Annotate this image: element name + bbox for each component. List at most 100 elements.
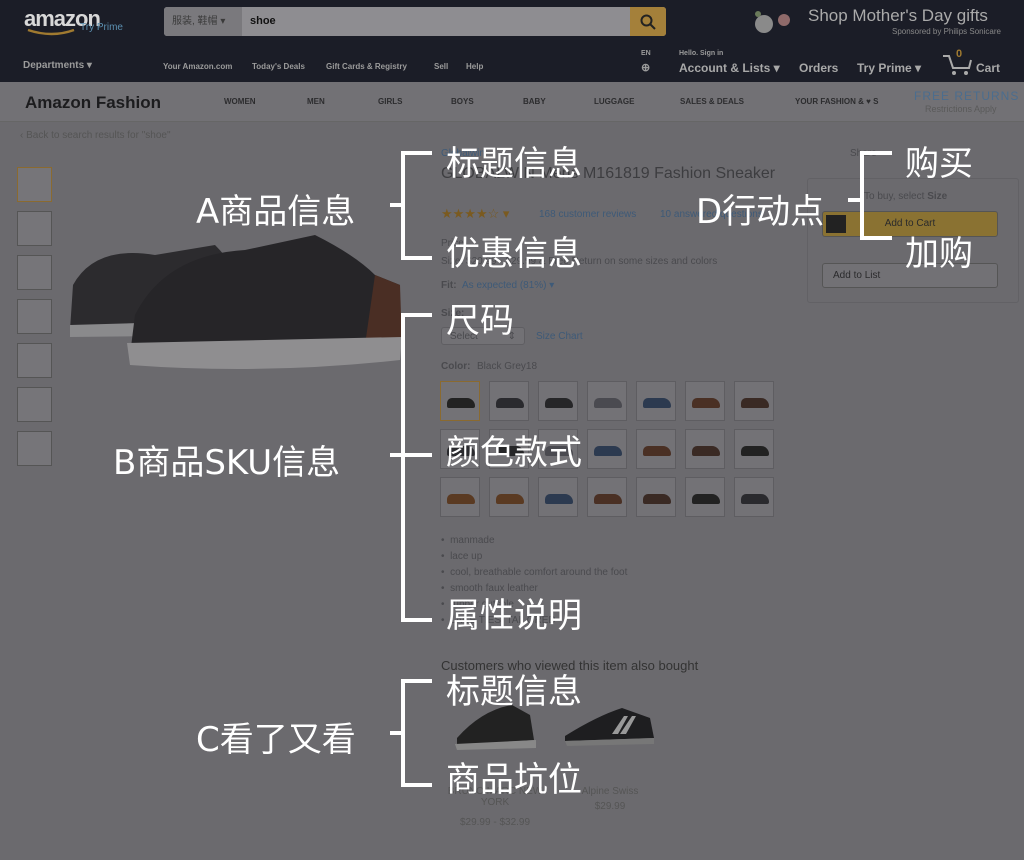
color-swatch[interactable] — [636, 477, 676, 517]
shoe-thumbnail — [447, 398, 475, 408]
nav-gift-cards[interactable]: Gift Cards & Registry — [326, 62, 407, 71]
language-label[interactable]: EN — [641, 50, 651, 57]
shoe-thumbnail — [741, 398, 769, 408]
to-buy-size: Size — [927, 191, 948, 202]
bullet-text: lace up — [450, 551, 483, 562]
free-returns[interactable]: FREE RETURNS — [914, 89, 1019, 103]
nav-help[interactable]: Help — [466, 62, 483, 71]
category-your-fashion[interactable]: YOUR FASHION & ♥ S — [795, 97, 878, 106]
color-swatch[interactable] — [587, 429, 627, 469]
search-button[interactable] — [630, 7, 666, 36]
color-swatch[interactable] — [636, 381, 676, 421]
color-swatch[interactable] — [636, 429, 676, 469]
orders-link[interactable]: Orders — [799, 61, 838, 75]
to-buy-text: To buy, select Size — [864, 191, 947, 202]
category-men[interactable]: MEN — [307, 97, 325, 106]
thumbnail[interactable] — [17, 167, 52, 202]
annotation-d: D行动点 — [696, 192, 825, 232]
shoe-thumbnail — [741, 494, 769, 504]
departments-menu[interactable]: Departments ▾ — [23, 60, 92, 71]
shoe-thumbnail — [741, 446, 769, 456]
shoe-thumbnail — [643, 398, 671, 408]
color-swatch[interactable] — [685, 381, 725, 421]
globe-icon[interactable]: ⊕ — [641, 61, 650, 74]
bullet: • lace up — [441, 551, 483, 562]
category-women[interactable]: WOMEN — [224, 97, 256, 106]
try-prime-link[interactable]: Try Prime — [80, 22, 123, 33]
try-prime-menu[interactable]: Try Prime ▾ — [857, 61, 921, 75]
annotation-c-slot: 商品坑位 — [446, 760, 582, 800]
search-bar: 服装, 鞋帽 ▾ shoe — [164, 7, 666, 36]
color-label: Color: — [441, 361, 471, 372]
account-lists-menu[interactable]: Account & Lists ▾ — [679, 61, 780, 75]
shoe-thumbnail — [496, 398, 524, 408]
shoe-thumbnail — [692, 494, 720, 504]
color-swatch[interactable] — [587, 477, 627, 517]
flowers-icon — [755, 11, 790, 33]
add-to-list-label: Add to List — [833, 270, 881, 281]
also-bought-price: $29.99 - $32.99 — [459, 817, 531, 828]
annotation-b-color: 颜色款式 — [446, 433, 582, 473]
promo-sponsor: Sponsored by Philips Sonicare — [892, 27, 1001, 36]
thumbnail[interactable] — [17, 343, 52, 378]
also-bought-image[interactable] — [562, 706, 657, 756]
promo-banner[interactable]: Shop Mother's Day gifts — [808, 6, 988, 26]
color-swatch[interactable] — [489, 477, 529, 517]
color-value: Black Grey18 — [477, 361, 538, 372]
product-image[interactable] — [65, 225, 405, 380]
nav-todays-deals[interactable]: Today's Deals — [252, 62, 305, 71]
cart-icon — [826, 215, 846, 233]
color-swatch[interactable] — [587, 381, 627, 421]
nav-sell[interactable]: Sell — [434, 62, 448, 71]
share-label[interactable]: Share — [850, 148, 877, 159]
bullet: • manmade — [441, 535, 495, 546]
annotation-a: A商品信息 — [196, 192, 356, 232]
category-luggage[interactable]: LUGGAGE — [594, 97, 634, 106]
fit-value[interactable]: As expected (81%) ▾ — [462, 280, 554, 291]
shoe-thumbnail — [496, 494, 524, 504]
shoe-thumbnail — [643, 446, 671, 456]
reviews-link[interactable]: 168 customer reviews — [539, 209, 636, 220]
color-swatch[interactable] — [734, 429, 774, 469]
color-swatch[interactable] — [440, 477, 480, 517]
color-swatch[interactable] — [538, 381, 578, 421]
annotation-a-promo: 优惠信息 — [446, 234, 582, 274]
color-swatch[interactable] — [489, 381, 529, 421]
search-category-select[interactable]: 服装, 鞋帽 ▾ — [164, 7, 242, 36]
back-to-results[interactable]: ‹ Back to search results for "shoe" — [20, 130, 171, 141]
fit-label: Fit: — [441, 280, 457, 291]
shoe-thumbnail — [692, 446, 720, 456]
shoe-thumbnail — [447, 494, 475, 504]
cart-count: 0 — [956, 48, 963, 60]
color-swatch[interactable] — [734, 477, 774, 517]
search-input[interactable]: shoe — [250, 7, 276, 36]
color-swatch[interactable] — [440, 381, 480, 421]
category-sales-deals[interactable]: SALES & DEALS — [680, 97, 744, 106]
thumbnail[interactable] — [17, 431, 52, 466]
bullet-text: cool, breathable comfort around the foot — [450, 567, 628, 578]
category-baby[interactable]: BABY — [523, 97, 546, 106]
thumbnail[interactable] — [17, 299, 52, 334]
color-swatch[interactable] — [685, 477, 725, 517]
also-bought-price: $29.99 — [594, 801, 626, 812]
shoe-thumbnail — [594, 398, 622, 408]
category-boys[interactable]: BOYS — [451, 97, 474, 106]
color-swatch[interactable] — [538, 477, 578, 517]
nav-your-amazon[interactable]: Your Amazon.com — [163, 62, 232, 71]
smile-arrow-icon — [27, 28, 75, 36]
thumbnail[interactable] — [17, 255, 52, 290]
size-chart-link[interactable]: Size Chart — [536, 331, 583, 342]
thumbnail[interactable] — [17, 387, 52, 422]
cart-link[interactable]: Cart — [976, 61, 1000, 75]
restrictions-apply: Restrictions Apply — [925, 104, 997, 114]
fashion-brand[interactable]: Amazon Fashion — [25, 93, 161, 113]
bracket-c — [390, 679, 432, 787]
annotation-d-add: 加购 — [905, 234, 973, 274]
color-swatch[interactable] — [685, 429, 725, 469]
annotation-b-attributes: 属性说明 — [446, 596, 582, 636]
star-rating[interactable]: ★★★★☆ ▾ — [441, 206, 509, 222]
color-swatch[interactable] — [734, 381, 774, 421]
category-girls[interactable]: GIRLS — [378, 97, 402, 106]
shoe-thumbnail — [594, 494, 622, 504]
thumbnail[interactable] — [17, 211, 52, 246]
